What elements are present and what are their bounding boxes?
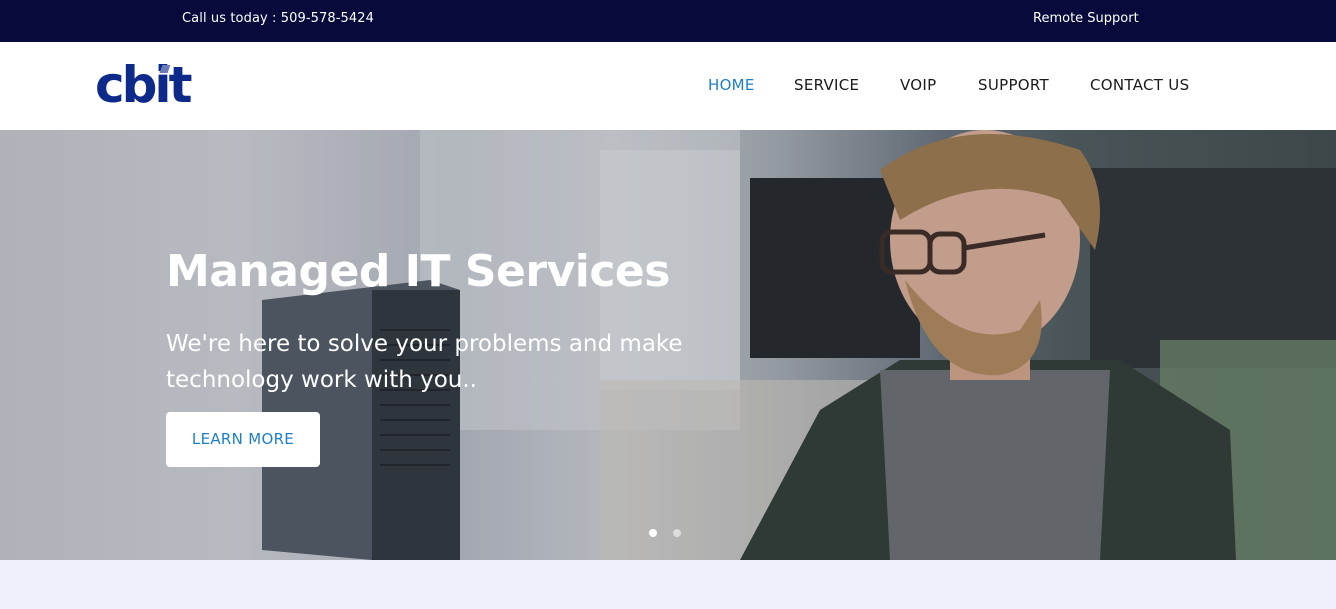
nav-home[interactable]: HOME [708,76,755,94]
nav-support[interactable]: SUPPORT [978,76,1049,94]
slider-dot-2[interactable] [673,529,681,537]
next-section-background [0,560,1336,609]
slider-dot-1[interactable] [649,529,657,537]
hero-subtitle: We're here to solve your problems and ma… [166,331,683,393]
learn-more-button[interactable]: LEARN MORE [166,412,320,467]
phone-number-text: Call us today : 509-578-5424 [182,11,375,26]
top-info-bar: Call us today : 509-578-5424 Remote Supp… [0,0,1336,42]
nav-voip[interactable]: VOIP [900,76,936,94]
hero-title: Managed IT Services [166,246,670,297]
nav-service[interactable]: SERVICE [794,76,859,94]
main-navbar: cbit HOME SERVICE VOIP SUPPORT CONTACT U… [0,42,1336,130]
remote-support-link[interactable]: Remote Support [1033,11,1139,26]
cbit-logo[interactable]: cbit [95,58,192,112]
nav-contact-us[interactable]: CONTACT US [1090,76,1189,94]
hero-slider: Managed IT Services We're here to solve … [0,130,1336,560]
